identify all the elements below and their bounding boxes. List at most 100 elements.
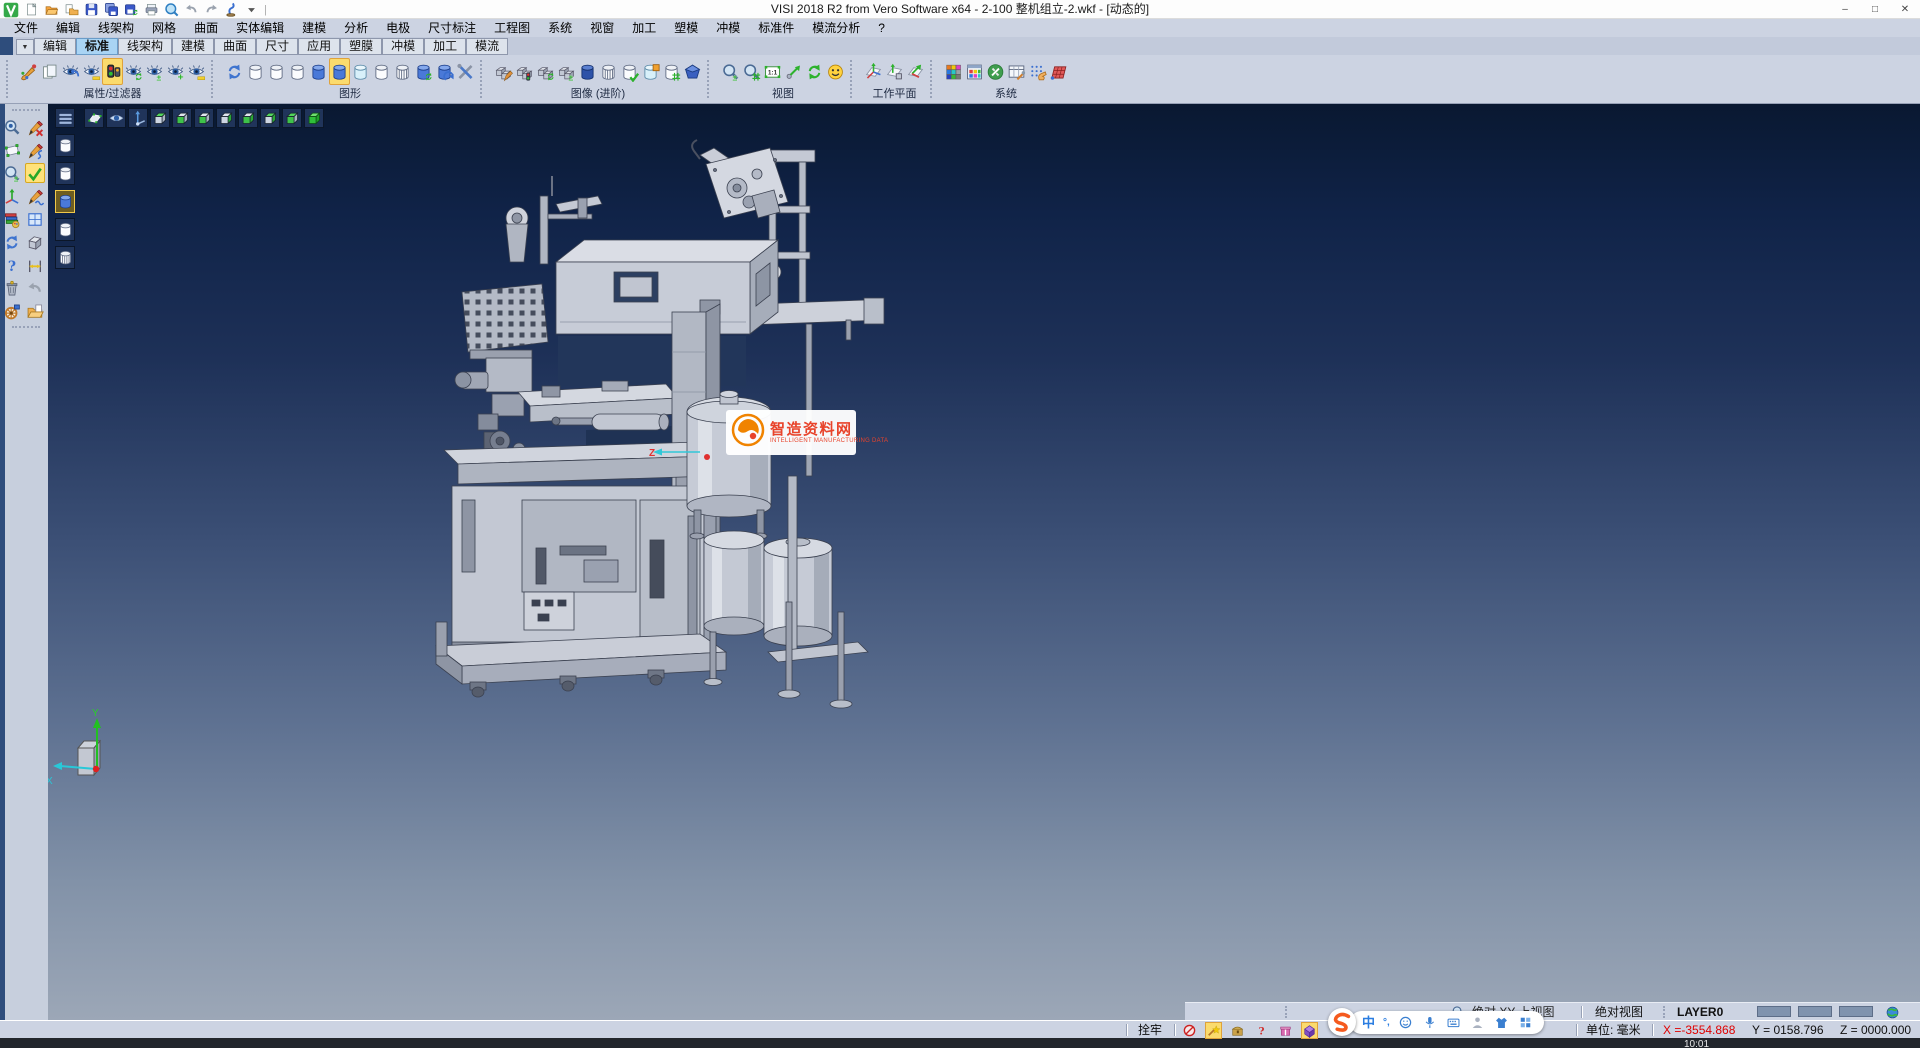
zoom-window-button[interactable] bbox=[741, 58, 762, 85]
grid-settings-button[interactable] bbox=[1048, 58, 1069, 85]
hatched-display-button[interactable] bbox=[392, 58, 413, 85]
modify-attributes-button[interactable] bbox=[18, 58, 39, 85]
tab-options-dropdown[interactable]: ▼ bbox=[16, 39, 34, 55]
navigator-button[interactable] bbox=[2, 301, 22, 321]
attribute-manager-button[interactable] bbox=[2, 209, 22, 229]
workplane-dynamic-button[interactable] bbox=[905, 58, 926, 85]
zoom-1-1-button[interactable]: 1:1 bbox=[762, 58, 783, 85]
refresh-visibility-button[interactable] bbox=[123, 58, 144, 85]
measure-distance-button[interactable] bbox=[25, 255, 45, 275]
invert-visibility-button[interactable]: ± bbox=[144, 58, 165, 85]
ime-voice-button[interactable] bbox=[1422, 1014, 1438, 1030]
view-isometric-button[interactable] bbox=[282, 108, 302, 128]
axis-display-button[interactable] bbox=[128, 108, 148, 128]
shaded-display-button[interactable] bbox=[308, 58, 329, 85]
menu-item-9[interactable]: 尺寸标注 bbox=[419, 19, 485, 37]
advanced-render-button[interactable] bbox=[682, 58, 703, 85]
view-front-button[interactable] bbox=[194, 108, 214, 128]
active-layer-button[interactable]: LAYER0 bbox=[1677, 1003, 1723, 1021]
workplane-by-entity-button[interactable] bbox=[884, 58, 905, 85]
graphics-settings-button[interactable] bbox=[455, 58, 476, 85]
selection-filters-button[interactable] bbox=[102, 58, 123, 85]
smart-select-button[interactable] bbox=[1205, 1022, 1222, 1039]
tab-7[interactable]: 塑膜 bbox=[340, 38, 382, 55]
tab-4[interactable]: 曲面 bbox=[214, 38, 256, 55]
ime-punctuation-toggle[interactable]: °, bbox=[1383, 1017, 1390, 1028]
menu-item-12[interactable]: 视窗 bbox=[581, 19, 623, 37]
regenerate-button[interactable] bbox=[2, 232, 22, 252]
tab-1[interactable]: 标准 bbox=[76, 38, 118, 55]
color-palette-button[interactable] bbox=[964, 58, 985, 85]
ribbon-grip[interactable] bbox=[6, 60, 14, 98]
sogou-logo-icon[interactable] bbox=[1328, 1008, 1356, 1036]
edit-curve-button[interactable] bbox=[25, 186, 45, 206]
view-mode-button[interactable]: 绝对视图 bbox=[1595, 1003, 1643, 1021]
menu-item-7[interactable]: 分析 bbox=[335, 19, 377, 37]
solid-preview-button[interactable] bbox=[25, 232, 45, 252]
snap-disable-button[interactable] bbox=[1181, 1022, 1198, 1039]
refresh-graphics-button[interactable] bbox=[224, 58, 245, 85]
view-preferences-button[interactable] bbox=[825, 58, 846, 85]
menu-item-10[interactable]: 工程图 bbox=[485, 19, 539, 37]
mesh-display-button[interactable] bbox=[661, 58, 682, 85]
dynamic-section-button[interactable] bbox=[413, 58, 434, 85]
menu-item-5[interactable]: 实体编辑 bbox=[227, 19, 293, 37]
maximize-button[interactable]: □ bbox=[1860, 0, 1890, 19]
copy-attributes-button[interactable] bbox=[39, 58, 60, 85]
display-transparent-button[interactable] bbox=[55, 218, 75, 241]
menu-item-16[interactable]: 标准件 bbox=[749, 19, 803, 37]
menu-item-18[interactable]: ? bbox=[869, 19, 894, 37]
capture-image-button[interactable] bbox=[640, 58, 661, 85]
rotate-section-button[interactable] bbox=[434, 58, 455, 85]
viewport[interactable]: Z Y X bbox=[48, 104, 1920, 1020]
ime-toolbox-button[interactable] bbox=[1518, 1014, 1534, 1030]
menu-item-3[interactable]: 网格 bbox=[143, 19, 185, 37]
open-archive-button[interactable] bbox=[25, 301, 45, 321]
menu-item-1[interactable]: 编辑 bbox=[47, 19, 89, 37]
dashed-hidden-display-button[interactable] bbox=[287, 58, 308, 85]
zoom-all-button[interactable] bbox=[106, 108, 126, 128]
toolbar-grip[interactable] bbox=[12, 109, 40, 113]
solid-snap-mode-button[interactable] bbox=[1301, 1022, 1318, 1039]
display-hatched-button[interactable] bbox=[55, 246, 75, 269]
move-ucs-button[interactable] bbox=[2, 186, 22, 206]
show-all-button[interactable]: + bbox=[165, 58, 186, 85]
rotate-view-button[interactable] bbox=[804, 58, 825, 85]
view-left-button[interactable] bbox=[238, 108, 258, 128]
tab-5[interactable]: 尺寸 bbox=[256, 38, 298, 55]
menu-item-15[interactable]: 冲模 bbox=[707, 19, 749, 37]
display-shaded-button[interactable] bbox=[55, 190, 75, 213]
transparent-display-button[interactable] bbox=[350, 58, 371, 85]
shaded-edges-display-button[interactable] bbox=[329, 58, 350, 85]
menu-item-14[interactable]: 塑模 bbox=[665, 19, 707, 37]
menu-item-8[interactable]: 电极 bbox=[377, 19, 419, 37]
ime-keyboard-button[interactable] bbox=[1446, 1014, 1462, 1030]
delete-button[interactable] bbox=[2, 278, 22, 298]
display-wireframe-button[interactable] bbox=[55, 134, 75, 157]
menu-item-2[interactable]: 线架构 bbox=[89, 19, 143, 37]
view-manager-button[interactable] bbox=[25, 209, 45, 229]
zoom-in-out-button[interactable]: ± bbox=[2, 163, 22, 183]
view-top-button[interactable] bbox=[150, 108, 170, 128]
refresh-render-button[interactable] bbox=[535, 58, 556, 85]
snap-settings-button[interactable] bbox=[1027, 58, 1048, 85]
plane-by-points-button[interactable] bbox=[2, 140, 22, 160]
menu-item-13[interactable]: 加工 bbox=[623, 19, 665, 37]
tab-2[interactable]: 线架构 bbox=[118, 38, 172, 55]
wireframe-display-button[interactable] bbox=[245, 58, 266, 85]
tab-6[interactable]: 应用 bbox=[298, 38, 340, 55]
view-bottom-button[interactable] bbox=[172, 108, 192, 128]
view-back-button[interactable] bbox=[216, 108, 236, 128]
edit-spline-button[interactable] bbox=[25, 140, 45, 160]
help-button[interactable]: ? bbox=[2, 255, 22, 275]
hide-all-button[interactable] bbox=[186, 58, 207, 85]
context-help-button[interactable]: ? bbox=[1253, 1022, 1270, 1039]
confirm-button[interactable] bbox=[25, 163, 45, 183]
undo-last-button[interactable] bbox=[25, 278, 45, 298]
tab-9[interactable]: 加工 bbox=[424, 38, 466, 55]
hidden-line-display-button[interactable] bbox=[266, 58, 287, 85]
toolbox-button[interactable] bbox=[1229, 1022, 1246, 1039]
delete-curve-button[interactable] bbox=[25, 117, 45, 137]
zoom-visible-button[interactable] bbox=[2, 117, 22, 137]
menu-item-6[interactable]: 建模 bbox=[293, 19, 335, 37]
